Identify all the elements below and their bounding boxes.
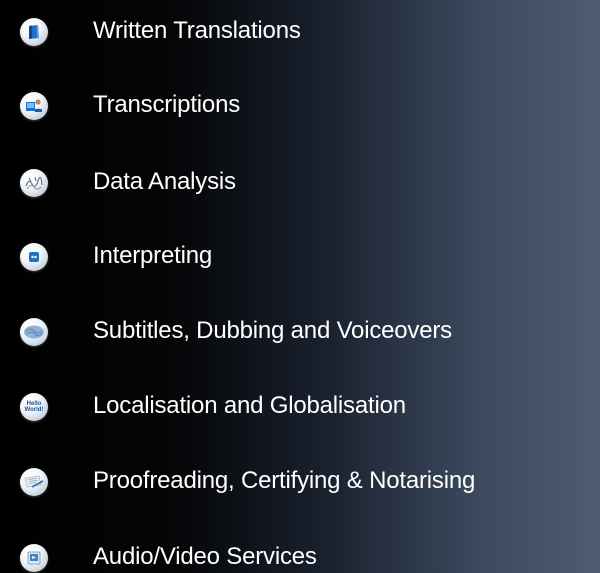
menu-item-label: Audio/Video Services: [93, 543, 317, 570]
menu-item-label: Data Analysis: [93, 168, 236, 195]
services-menu: Written Translations Transcriptions Data…: [0, 0, 600, 573]
menu-item-label: Transcriptions: [93, 91, 241, 118]
document-pen-icon: [20, 468, 48, 496]
brain-icon: [20, 318, 48, 346]
menu-item-label: Localisation and Globalisation: [93, 392, 406, 419]
menu-item-label: Proofreading, Certifying & Notarising: [93, 467, 476, 494]
interpreting-icon: [20, 243, 48, 271]
media-icon: [20, 544, 48, 572]
book-icon: [20, 18, 48, 46]
transcription-icon: [20, 92, 48, 120]
menu-item-label: Subtitles, Dubbing and Voiceovers: [93, 317, 452, 344]
analysis-icon: [20, 169, 48, 197]
menu-item-label: Written Translations: [93, 17, 301, 44]
hello-world-icon-text: Hello World!: [24, 401, 44, 413]
hello-world-icon: Hello World!: [20, 393, 48, 421]
menu-item-label: Interpreting: [93, 242, 213, 269]
